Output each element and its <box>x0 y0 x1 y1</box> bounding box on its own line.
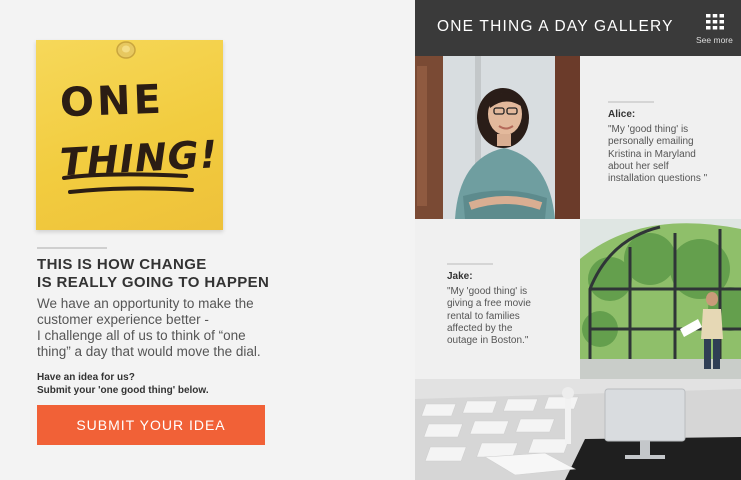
left-panel: ONE THING! THIS IS HOW CHANGE IS REALLY … <box>0 0 415 480</box>
intro-line: We have an opportunity to make the <box>37 296 254 311</box>
quote-line: outage in Boston." <box>447 335 529 347</box>
gallery-title: ONE THING A DAY GALLERY <box>437 18 674 35</box>
quote-line: giving a free movie <box>447 298 531 310</box>
gallery-panel: ONE THING A DAY GALLERY See more Alice: … <box>415 0 741 480</box>
headline: THIS IS HOW CHANGE IS REALLY GOING TO HA… <box>37 256 377 292</box>
quote-line: personally emailing <box>608 136 694 148</box>
sticky-note: ONE THING! <box>36 40 223 230</box>
jake-quote-pointer <box>573 338 580 352</box>
cta-text: Have an idea for us? Submit your 'one go… <box>37 371 297 397</box>
headline-line: IS REALLY GOING TO HAPPEN <box>37 274 270 291</box>
quote-line: Kristina in Maryland <box>608 148 696 160</box>
quote-divider <box>447 263 493 265</box>
quote-text: "My 'good thing' is personally emailing … <box>608 124 736 185</box>
quote-author: Jake: <box>447 271 473 282</box>
intro-line: customer experience better - <box>37 312 209 327</box>
gallery-header: ONE THING A DAY GALLERY See more <box>415 0 741 56</box>
quote-line: about her self <box>608 160 669 172</box>
pushpin-icon <box>116 41 136 59</box>
see-more-button[interactable]: See more <box>693 12 739 48</box>
see-more-label: See more <box>696 35 733 45</box>
quote-line: affected by the <box>447 322 513 334</box>
headline-divider <box>37 247 107 249</box>
quote-text: "My 'good thing' is giving a free movie … <box>447 286 575 347</box>
quote-line: "My 'good thing' is <box>608 124 689 135</box>
submit-idea-button[interactable]: SUBMIT YOUR IDEA <box>37 405 265 445</box>
quote-divider <box>608 101 654 103</box>
intro-line: I challenge all of us to think of “one <box>37 328 246 343</box>
alice-photo <box>415 56 580 219</box>
quote-line: rental to families <box>447 310 520 322</box>
intro-line: thing” a day that would move the dial. <box>37 344 261 359</box>
office-photo <box>415 379 741 480</box>
alice-quote-card: Alice: "My 'good thing' is personally em… <box>580 56 741 219</box>
quote-line: installation questions " <box>608 173 708 185</box>
grid-icon <box>706 14 724 30</box>
sticky-note-line1: ONE <box>59 77 164 127</box>
headline-line: THIS IS HOW CHANGE <box>37 256 207 273</box>
cta-line: Have an idea for us? <box>37 372 135 383</box>
cta-line: Submit your 'one good thing' below. <box>37 385 209 396</box>
quote-author: Alice: <box>608 109 636 120</box>
quote-line: "My 'good thing' is <box>447 286 528 297</box>
intro-text: We have an opportunity to make the custo… <box>37 296 287 360</box>
jake-quote-card: Jake: "My 'good thing' is giving a free … <box>415 219 580 379</box>
sticky-note-drawing: ONE THING! <box>59 77 219 194</box>
jake-photo <box>580 219 741 379</box>
